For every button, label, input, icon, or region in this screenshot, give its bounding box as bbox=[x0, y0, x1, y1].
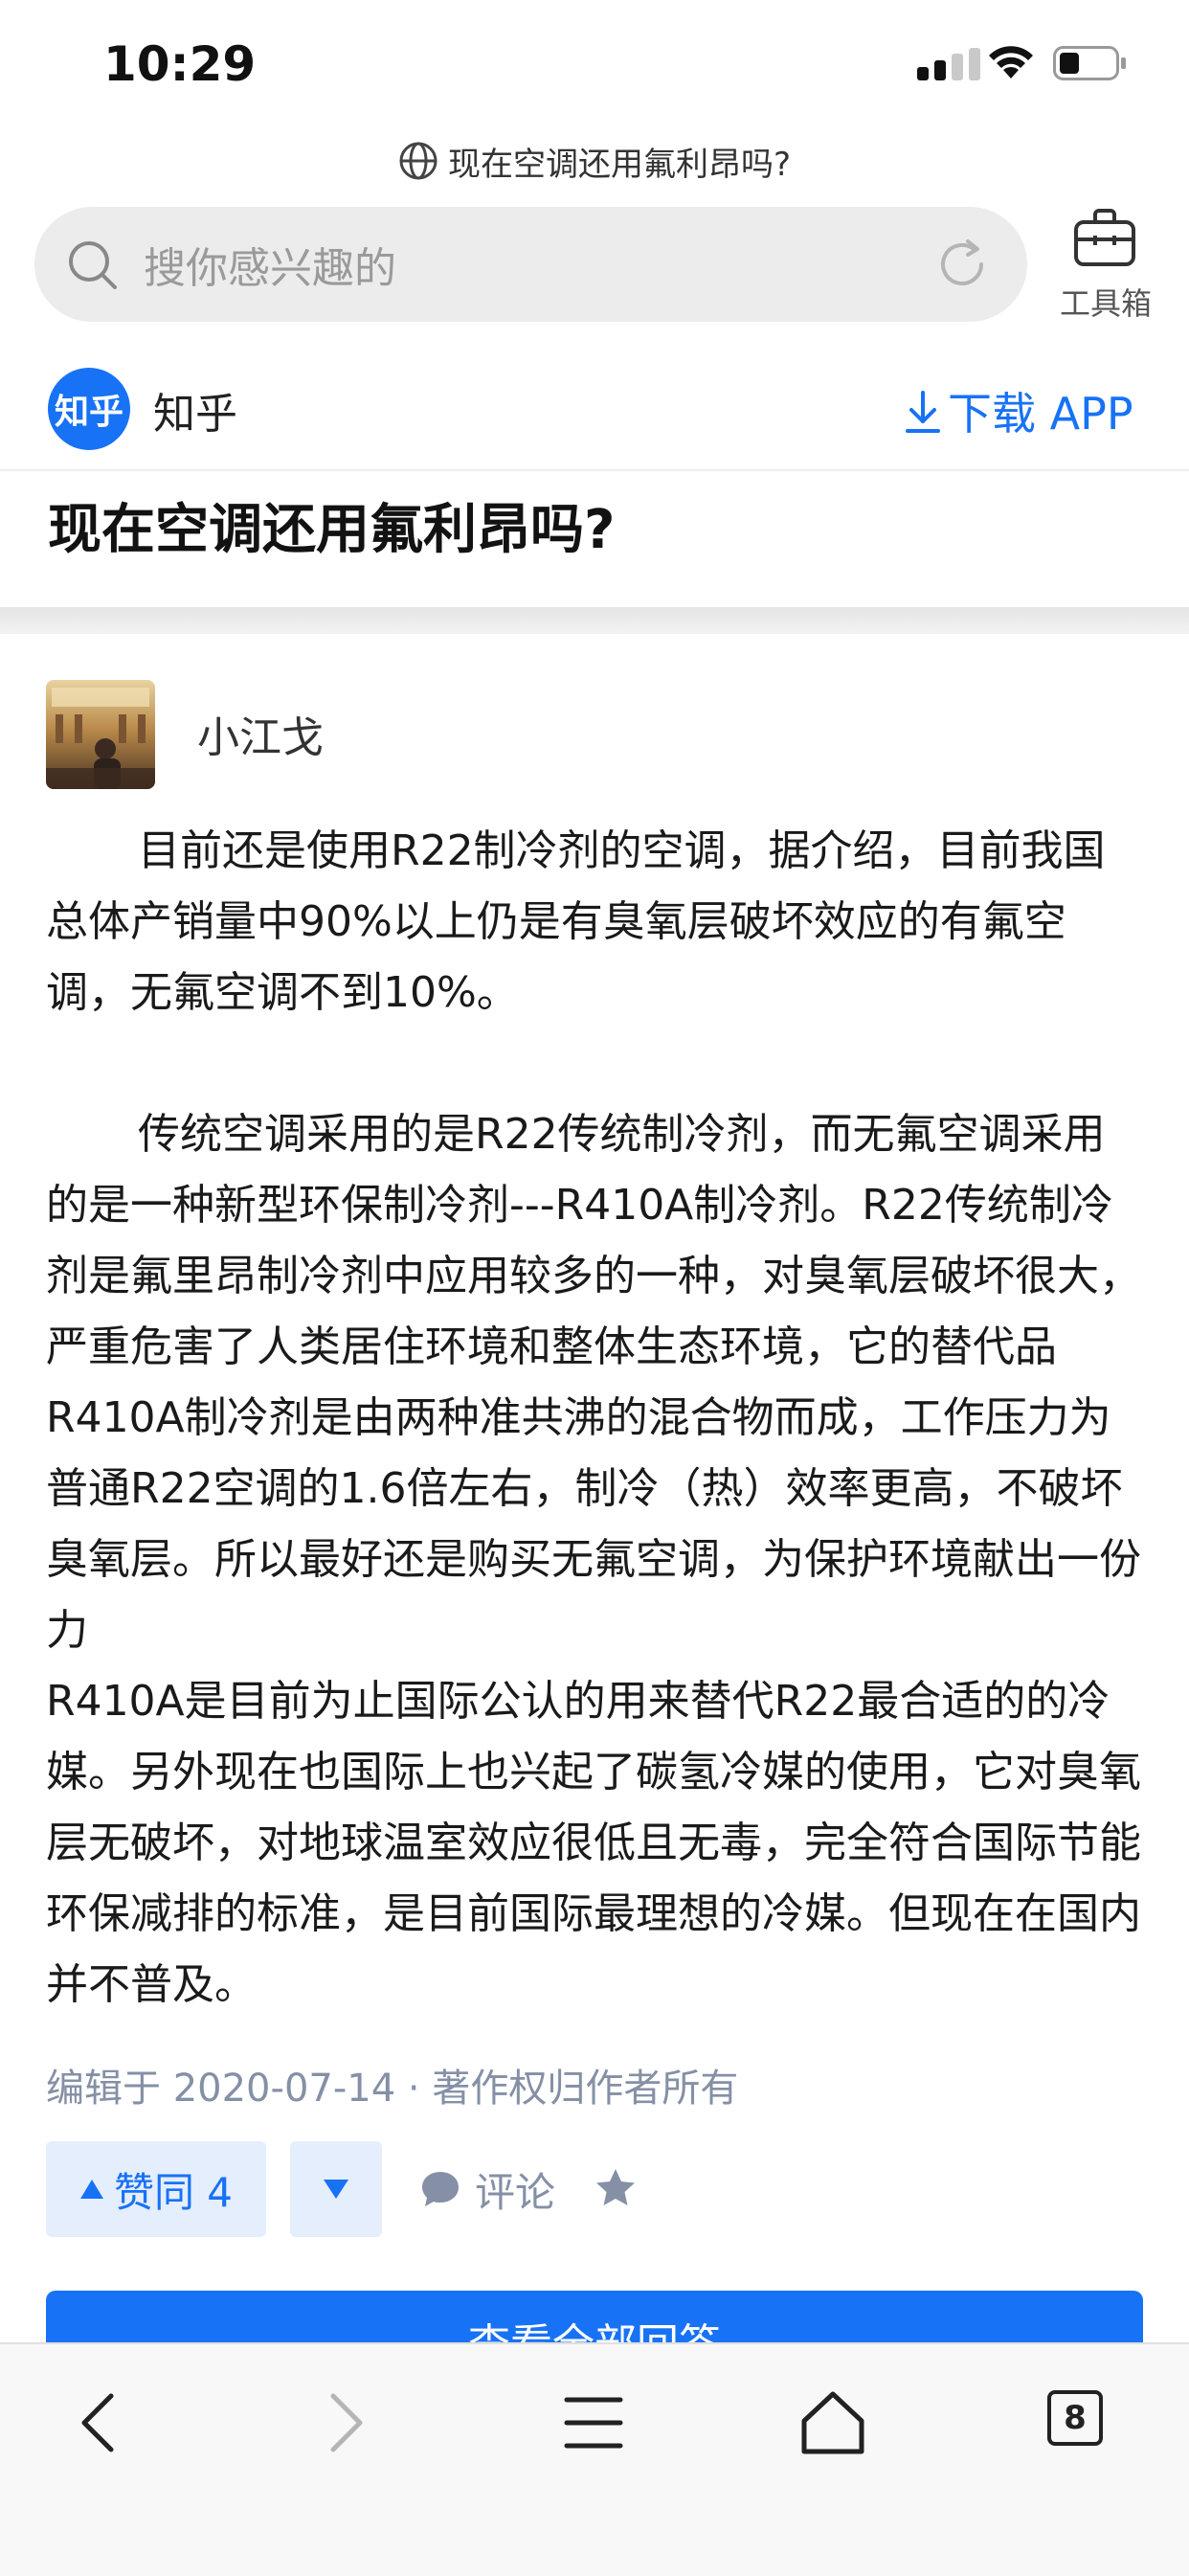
tabs-button[interactable]: 8 bbox=[1047, 2390, 1103, 2446]
battery-icon bbox=[1053, 46, 1126, 80]
answer-paragraph: 目前还是使用R22制冷剂的空调，据介绍，目前我国总体产销量中90%以上仍是有臭氧… bbox=[46, 826, 1106, 1017]
back-icon[interactable] bbox=[61, 2384, 138, 2461]
question-title[interactable]: 现在空调还用氟利昂吗? bbox=[48, 486, 615, 564]
triangle-up-icon bbox=[79, 2180, 103, 2199]
home-icon[interactable] bbox=[795, 2384, 871, 2461]
section-divider bbox=[0, 607, 1189, 634]
comment-button[interactable]: 评论 bbox=[475, 2160, 555, 2219]
wifi-icon bbox=[989, 46, 1033, 79]
download-app-button[interactable]: 下载 APP bbox=[948, 379, 1133, 442]
forward-icon[interactable] bbox=[306, 2384, 383, 2461]
menu-icon[interactable] bbox=[555, 2384, 632, 2461]
comment-icon[interactable] bbox=[419, 2168, 461, 2210]
downvote-button[interactable] bbox=[290, 2141, 382, 2237]
edit-meta: 编辑于 2020-07-14 · 著作权归作者所有 bbox=[46, 2067, 739, 2111]
url-title: 现在空调还用氟利昂吗? bbox=[447, 145, 792, 184]
globe-icon bbox=[399, 142, 437, 180]
url-bar[interactable]: 现在空调还用氟利昂吗? bbox=[0, 136, 1189, 186]
answer-paragraph: 传统空调采用的是R22传统制冷剂，而无氟空调采用的是一种新型环保制冷剂---R4… bbox=[46, 1110, 1141, 1655]
site-name[interactable]: 知乎 bbox=[153, 379, 237, 441]
toolbox-label[interactable]: 工具箱 bbox=[1053, 280, 1158, 324]
zhihu-logo[interactable]: 知乎 bbox=[48, 368, 130, 450]
author-name[interactable]: 小江戈 bbox=[197, 703, 324, 764]
answer-paragraph: R410A是目前为止国际公认的用来替代R22最合适的的冷媒。另外现在也国际上也兴… bbox=[46, 1677, 1141, 2009]
reload-icon[interactable] bbox=[933, 236, 991, 293]
toolbox-icon[interactable] bbox=[1072, 207, 1137, 268]
cellular-signal-icon bbox=[917, 48, 980, 80]
search-placeholder: 搜你感兴趣的 bbox=[144, 244, 396, 293]
star-icon[interactable] bbox=[594, 2166, 638, 2210]
answer-content: 目前还是使用R22制冷剂的空调，据介绍，目前我国总体产销量中90%以上仍是有臭氧… bbox=[46, 816, 1147, 2021]
upvote-button[interactable]: 赞同 4 bbox=[46, 2141, 266, 2237]
search-icon bbox=[69, 241, 117, 289]
status-time: 10:29 bbox=[103, 36, 257, 92]
upvote-label: 赞同 4 bbox=[113, 2168, 234, 2216]
triangle-down-icon bbox=[324, 2180, 348, 2199]
avatar[interactable] bbox=[46, 680, 155, 789]
download-icon[interactable] bbox=[904, 389, 942, 435]
divider bbox=[0, 469, 1189, 471]
